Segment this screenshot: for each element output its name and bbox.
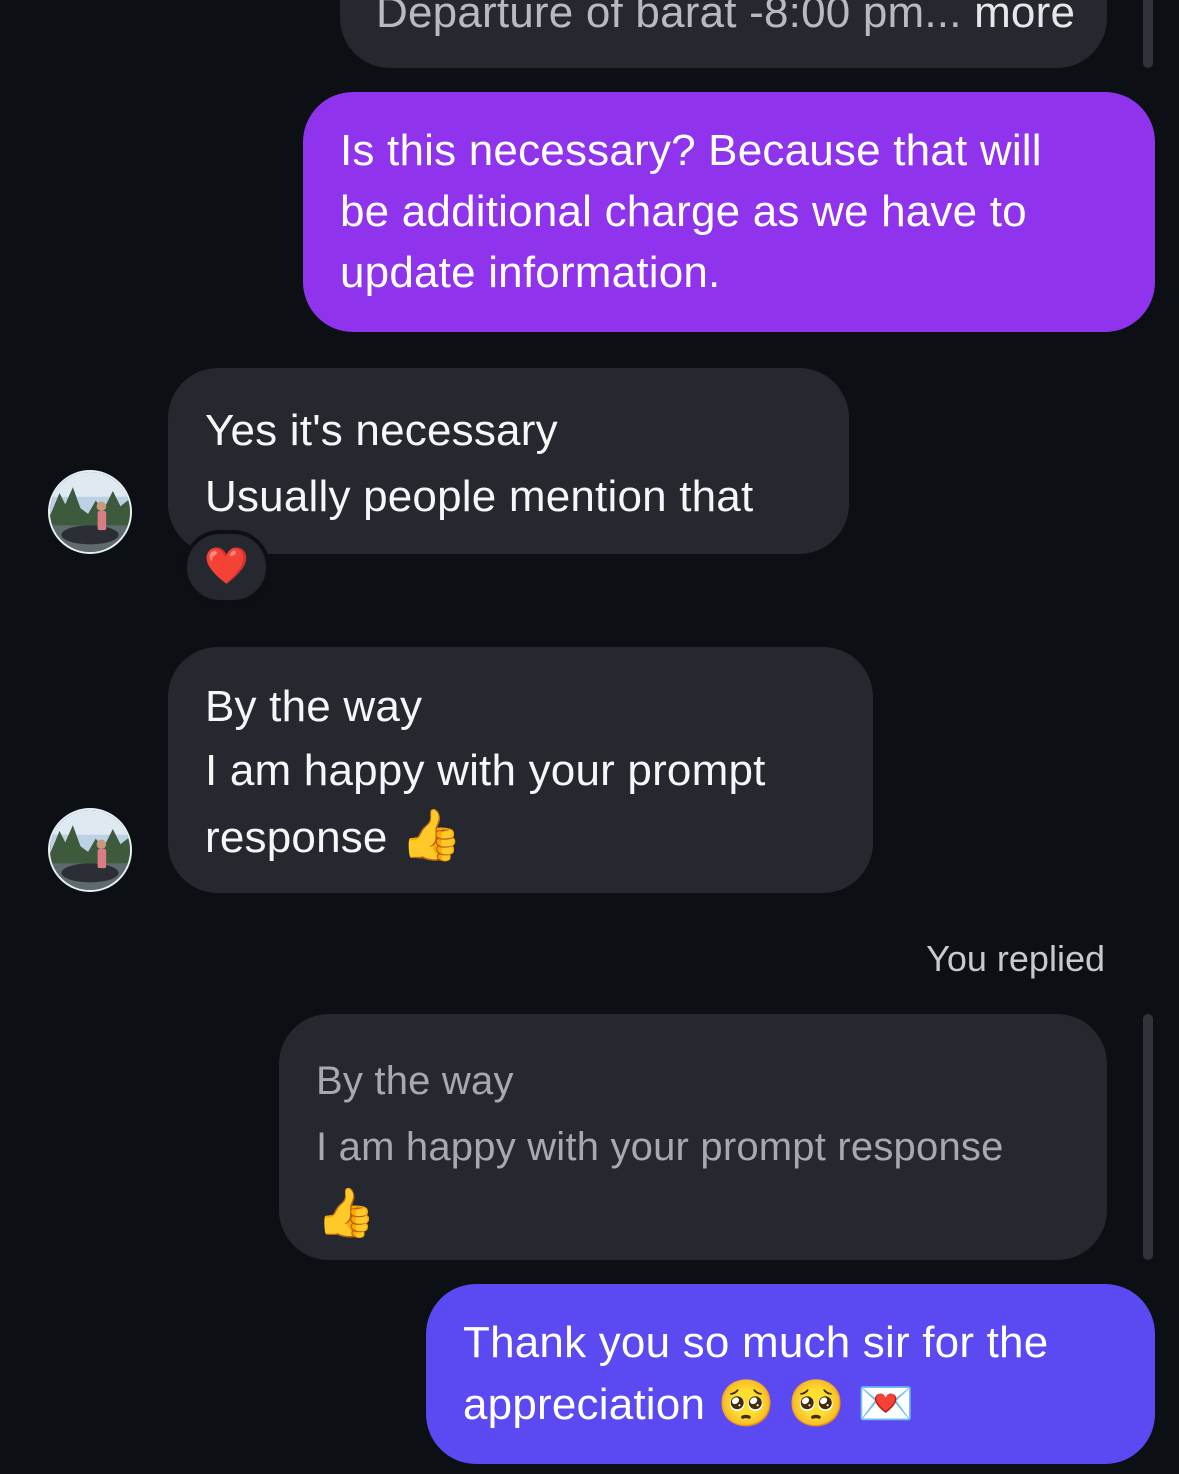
- preview-text: Departure of barat -8:00 pm...: [376, 0, 962, 37]
- love-letter-icon: 💌: [857, 1376, 915, 1430]
- message-text: appreciation: [463, 1380, 706, 1429]
- incoming-message-bubble[interactable]: By the way I am happy with your prompt r…: [168, 647, 873, 893]
- more-link[interactable]: more: [974, 0, 1075, 37]
- quoted-line: By the way: [316, 1059, 514, 1103]
- incoming-message-bubble[interactable]: Yes it's necessary Usually people mentio…: [168, 368, 849, 554]
- message-line: Is this necessary? Because that will: [340, 126, 1042, 175]
- thumbs-up-icon: 👍: [316, 1185, 376, 1241]
- outgoing-message-bubble[interactable]: Thank you so much sir for the appreciati…: [426, 1284, 1155, 1464]
- message-line: Yes it's necessary: [205, 406, 558, 455]
- quoted-line: I am happy with your prompt response: [316, 1125, 1004, 1169]
- message-preview-bubble[interactable]: Departure of barat -8:00 pm... more: [340, 0, 1107, 68]
- outgoing-message-bubble[interactable]: Is this necessary? Because that will be …: [303, 92, 1155, 332]
- quoted-message-bubble[interactable]: By the way I am happy with your prompt r…: [279, 1014, 1107, 1260]
- message-line: By the way: [205, 682, 423, 731]
- chat-screen: Departure of barat -8:00 pm... more Is t…: [0, 0, 1179, 1474]
- heart-icon: ❤️: [204, 546, 249, 587]
- pleading-face-icon: 🥺: [717, 1376, 776, 1430]
- message-line: I am happy with your prompt: [205, 746, 766, 795]
- reaction-badge[interactable]: ❤️: [183, 530, 270, 604]
- sender-avatar[interactable]: [48, 470, 132, 554]
- message-text: response: [205, 813, 388, 862]
- reply-indicator-bar: [1143, 1014, 1153, 1260]
- message-preview-text: Departure of barat -8:00 pm... more: [376, 0, 1107, 43]
- reply-context-label: You replied: [926, 938, 1105, 979]
- message-line: appreciation 🥺 🥺 💌: [463, 1373, 1155, 1435]
- message-line: be additional charge as we have to: [340, 187, 1027, 236]
- reply-indicator-bar-top: [1143, 0, 1153, 68]
- message-line: Thank you so much sir for the: [463, 1318, 1049, 1367]
- avatar-photo: [50, 472, 130, 552]
- thumbs-up-icon: 👍: [400, 806, 463, 864]
- message-line: update information.: [340, 248, 721, 297]
- sender-avatar[interactable]: [48, 808, 132, 892]
- message-line: Usually people mention that: [205, 472, 754, 521]
- avatar-photo: [50, 810, 130, 890]
- pleading-face-icon: 🥺: [787, 1376, 845, 1430]
- message-line: response 👍: [205, 803, 873, 870]
